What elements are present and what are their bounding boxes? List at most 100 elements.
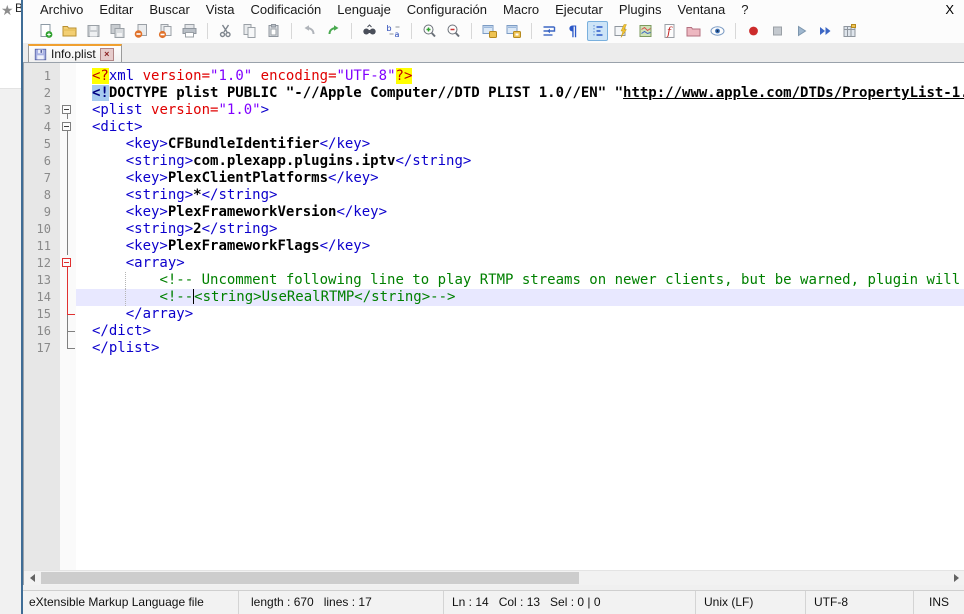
cut-button[interactable]	[215, 21, 236, 41]
tab-bar: Info.plist ×	[23, 43, 964, 62]
line-number: 2	[24, 85, 60, 102]
toolbar-separator	[411, 23, 412, 39]
code-text: <key>CFBundleIdentifier</key>	[76, 136, 964, 153]
code-line-15[interactable]: 15 </array>	[24, 306, 964, 323]
horizontal-scrollbar[interactable]	[24, 570, 964, 585]
menu-item-macro[interactable]: Macro	[495, 1, 547, 18]
fold-margin	[60, 221, 76, 238]
fold-collapse-marker[interactable]	[60, 102, 76, 119]
window-close-button[interactable]: X	[935, 2, 964, 17]
menu-item-vista[interactable]: Vista	[198, 1, 243, 18]
replace-button[interactable]: ba	[383, 21, 404, 41]
folder-as-workspace-button[interactable]	[683, 21, 704, 41]
code-text: <key>PlexFrameworkVersion</key>	[76, 204, 964, 221]
tab-close-icon[interactable]: ×	[100, 48, 114, 61]
save-button[interactable]	[83, 21, 104, 41]
zoom-in-button[interactable]	[419, 21, 440, 41]
horizontal-scrollbar-thumb[interactable]	[41, 572, 579, 584]
open-file-button[interactable]	[59, 21, 80, 41]
menu-item-ventana[interactable]: Ventana	[669, 1, 733, 18]
sync-vertical-scroll-button[interactable]	[479, 21, 500, 41]
editor[interactable]: 1<?xml version="1.0" encoding="UTF-8"?>2…	[23, 62, 964, 585]
editor-empty-area[interactable]	[24, 357, 964, 570]
fold-margin	[60, 153, 76, 170]
code-text: <key>PlexFrameworkFlags</key>	[76, 238, 964, 255]
menu-item-help[interactable]: ?	[733, 1, 756, 18]
menu-item-codificacin[interactable]: Codificación	[242, 1, 329, 18]
fold-margin	[60, 306, 76, 323]
document-map-button[interactable]	[635, 21, 656, 41]
code-text: <?xml version="1.0" encoding="UTF-8"?>	[76, 68, 964, 85]
tab-info-plist[interactable]: Info.plist ×	[28, 44, 122, 62]
close-button[interactable]	[131, 21, 152, 41]
menu-item-configuracin[interactable]: Configuración	[399, 1, 495, 18]
code-line-8[interactable]: 8 <string>*</string>	[24, 187, 964, 204]
code-line-13[interactable]: 13 <!-- Uncomment following line to play…	[24, 272, 964, 289]
background-app-strip: ★ B	[0, 0, 21, 614]
line-number: 10	[24, 221, 60, 238]
scroll-right-arrow-icon[interactable]	[948, 571, 964, 585]
menu-item-plugins[interactable]: Plugins	[611, 1, 670, 18]
undo-button[interactable]	[299, 21, 320, 41]
document-monitor-button[interactable]	[707, 21, 728, 41]
menu-item-buscar[interactable]: Buscar	[141, 1, 197, 18]
copy-button[interactable]	[239, 21, 260, 41]
indent-guide-button[interactable]	[587, 21, 608, 41]
status-bar: eXtensible Markup Language file length :…	[23, 590, 964, 614]
macro-stop-button[interactable]	[767, 21, 788, 41]
macro-run-multiple-button[interactable]	[815, 21, 836, 41]
new-file-button[interactable]	[35, 21, 56, 41]
line-number: 1	[24, 68, 60, 85]
code-text: </plist>	[76, 340, 964, 357]
menu-item-ejecutar[interactable]: Ejecutar	[547, 1, 611, 18]
status-encoding[interactable]: UTF-8	[805, 591, 913, 614]
find-button[interactable]	[359, 21, 380, 41]
menu-item-lenguaje[interactable]: Lenguaje	[329, 1, 399, 18]
print-button[interactable]	[179, 21, 200, 41]
sync-horizontal-scroll-button[interactable]	[503, 21, 524, 41]
code-line-6[interactable]: 6 <string>com.plexapp.plugins.iptv</stri…	[24, 153, 964, 170]
code-line-3[interactable]: 3<plist version="1.0">	[24, 102, 964, 119]
bookmark-star-icon[interactable]: ★	[1, 3, 14, 17]
status-insert-mode[interactable]: INS	[913, 591, 964, 614]
code-line-5[interactable]: 5 <key>CFBundleIdentifier</key>	[24, 136, 964, 153]
status-cursor-position: Ln : 14 Col : 13 Sel : 0 | 0	[443, 591, 695, 614]
code-line-16[interactable]: 16</dict>	[24, 323, 964, 340]
svg-text:a: a	[395, 30, 400, 39]
code-line-9[interactable]: 9 <key>PlexFrameworkVersion</key>	[24, 204, 964, 221]
code-line-4[interactable]: 4<dict>	[24, 119, 964, 136]
status-length-lines: length : 670 lines : 17	[238, 591, 443, 614]
redo-button[interactable]	[323, 21, 344, 41]
line-number: 5	[24, 136, 60, 153]
save-all-button[interactable]	[107, 21, 128, 41]
menu-item-archivo[interactable]: Archivo	[32, 1, 91, 18]
fold-collapse-marker[interactable]	[60, 119, 76, 136]
code-line-1[interactable]: 1 <?xml version="1.0" encoding="UTF-8"?>	[24, 68, 964, 85]
code-line-10[interactable]: 10 <string>2</string>	[24, 221, 964, 238]
show-all-characters-button[interactable]: ¶	[563, 21, 584, 41]
close-all-button[interactable]	[155, 21, 176, 41]
word-wrap-button[interactable]	[539, 21, 560, 41]
macro-play-button[interactable]	[791, 21, 812, 41]
code-line-14[interactable]: 14 <!--<string>UseRealRTMP</string>-->	[24, 289, 964, 306]
line-number: 17	[24, 340, 60, 357]
macro-save-button[interactable]	[839, 21, 860, 41]
code-line-2[interactable]: 2<!DOCTYPE plist PUBLIC "-//Apple Comput…	[24, 85, 964, 102]
fold-collapse-marker[interactable]	[60, 255, 76, 272]
status-eol-format[interactable]: Unix (LF)	[695, 591, 805, 614]
zoom-out-button[interactable]	[443, 21, 464, 41]
fold-margin	[60, 340, 76, 357]
function-completion-button[interactable]	[611, 21, 632, 41]
code-line-11[interactable]: 11 <key>PlexFrameworkFlags</key>	[24, 238, 964, 255]
menu-item-editar[interactable]: Editar	[91, 1, 141, 18]
paste-button[interactable]	[263, 21, 284, 41]
macro-record-button[interactable]	[743, 21, 764, 41]
code-line-17[interactable]: 17 </plist>	[24, 340, 964, 357]
status-doc-type: eXtensible Markup Language file	[23, 591, 238, 614]
function-list-button[interactable]: f	[659, 21, 680, 41]
screen: ★ B ArchivoEditarBuscarVistaCodificación…	[0, 0, 964, 614]
code-line-7[interactable]: 7 <key>PlexClientPlatforms</key>	[24, 170, 964, 187]
code-text: <string>com.plexapp.plugins.iptv</string…	[76, 153, 964, 170]
scroll-left-arrow-icon[interactable]	[24, 571, 40, 585]
code-line-12[interactable]: 12 <array>	[24, 255, 964, 272]
